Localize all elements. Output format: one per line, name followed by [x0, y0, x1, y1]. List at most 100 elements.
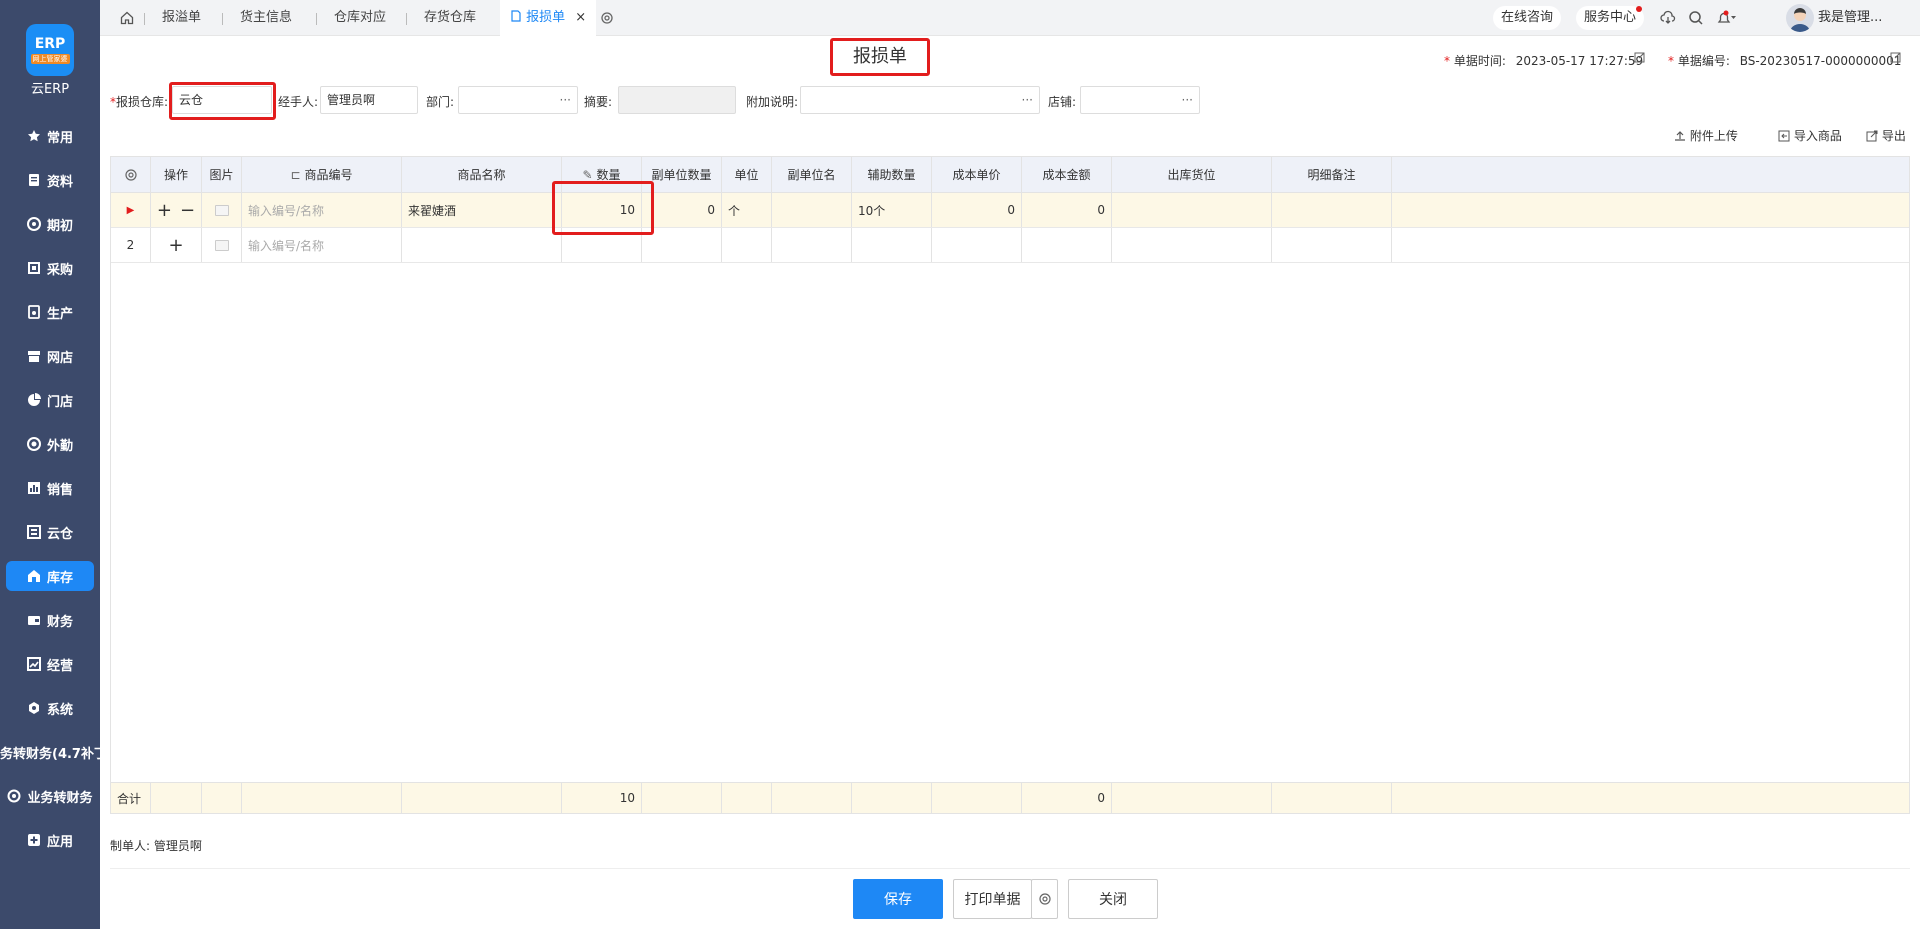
maker-info: 制单人: 管理员啊 [110, 839, 202, 853]
print-settings-icon[interactable] [1031, 879, 1058, 919]
online-consult-button[interactable]: 在线咨询 [1493, 0, 1562, 36]
cart-icon [27, 261, 41, 275]
summary-input[interactable] [618, 86, 736, 114]
remove-row-icon[interactable]: − [180, 200, 195, 221]
handler-label: 经手人: [278, 95, 319, 109]
summary-label: 摘要: [584, 95, 613, 109]
header-location: 出库货位 [1112, 157, 1272, 192]
sidebar-item-biz-to-finance[interactable]: 业务转财务 [0, 774, 100, 818]
sidebar-item-data[interactable]: 资料 [0, 158, 100, 202]
image-placeholder-icon[interactable] [202, 228, 242, 262]
print-button[interactable]: 打印单据 [953, 879, 1032, 919]
export-icon [1866, 130, 1878, 142]
header-sub-qty: 副单位数量 [642, 157, 722, 192]
factory-icon [27, 305, 41, 319]
code-input[interactable]: 输入编号/名称 [242, 228, 402, 262]
handler-input[interactable]: 管理员啊 [320, 86, 418, 114]
header-qty: ✎ 数量 [562, 157, 642, 192]
shop-input[interactable]: ··· [1080, 86, 1200, 114]
unit-cell[interactable]: 个 [722, 193, 772, 227]
column-settings-icon[interactable] [111, 157, 151, 192]
more-icon[interactable]: ··· [1182, 87, 1193, 113]
note-input[interactable]: ··· [800, 86, 1040, 114]
edit-date-icon[interactable] [1634, 51, 1646, 66]
tab-overflow-order[interactable]: 报溢单 [162, 0, 201, 36]
remark-cell[interactable] [1272, 193, 1392, 227]
search-icon[interactable] [1688, 0, 1704, 36]
tab-settings-icon[interactable] [600, 0, 614, 36]
app-name: 云ERP [30, 82, 70, 97]
sidebar-item-field[interactable]: 外勤 [0, 422, 100, 466]
warehouse-input[interactable]: 云仓 [172, 86, 272, 114]
sidebar-item-webshop[interactable]: 网店 [0, 334, 100, 378]
tab-damage-order[interactable]: 报损单 × [500, 0, 597, 36]
date-meta: * 单据时间: 2023-05-17 17:27:59 [1444, 54, 1644, 68]
goods-name[interactable]: 来翟婕酒 [402, 193, 562, 227]
sidebar-item-production[interactable]: 生产 [0, 290, 100, 334]
sidebar-item-biz-to-finance-patch[interactable]: 务转财务(4.7补丁 [0, 730, 100, 774]
page-title: 报损单 [830, 38, 930, 76]
service-center-button[interactable]: 服务中心 [1576, 0, 1645, 36]
sidebar-item-apps[interactable]: 应用 [0, 818, 100, 862]
sidebar-item-inventory[interactable]: 库存 [0, 554, 100, 598]
tab-stock-warehouse[interactable]: 存货仓库 [424, 0, 476, 36]
cost-amount-cell[interactable]: 0 [1022, 193, 1112, 227]
sidebar-item-finance[interactable]: 财务 [0, 598, 100, 642]
sidebar-item-sales[interactable]: 销售 [0, 466, 100, 510]
sidebar-item-system[interactable]: 系统 [0, 686, 100, 730]
attachment-upload-button[interactable]: 附件上传 [1674, 127, 1738, 144]
sidebar-item-opening[interactable]: 期初 [0, 202, 100, 246]
code-input[interactable]: 输入编号/名称 [242, 193, 402, 227]
total-row: 合计 10 0 [111, 782, 1909, 813]
trend-icon [26, 657, 41, 671]
header-unit: 单位 [722, 157, 772, 192]
table-row[interactable]: 2 + 输入编号/名称 [111, 228, 1909, 263]
location-cell[interactable] [1112, 193, 1272, 227]
sidebar-item-purchase[interactable]: 采购 [0, 246, 100, 290]
header-remark: 明细备注 [1272, 157, 1392, 192]
edit-icon: ✎ [582, 167, 593, 182]
table-row[interactable]: ▶ + − 输入编号/名称 来翟婕酒 10 0 个 10个 0 0 [111, 193, 1909, 228]
close-icon[interactable]: × [575, 10, 586, 25]
dept-input[interactable]: ··· [458, 86, 578, 114]
import-goods-button[interactable]: 导入商品 [1778, 127, 1842, 144]
bell-icon[interactable] [1716, 0, 1736, 36]
export-button[interactable]: 导出 [1866, 127, 1906, 144]
number-meta: * 单据编号: BS-20230517-0000000001 [1668, 54, 1902, 68]
sidebar-item-cloud-warehouse[interactable]: 云仓 [0, 510, 100, 554]
more-icon[interactable]: ··· [560, 87, 571, 113]
document-icon [511, 10, 521, 22]
total-label: 合计 [111, 783, 151, 813]
add-row-icon[interactable]: + [168, 235, 183, 256]
location-icon [26, 437, 41, 451]
sub-qty-cell[interactable]: 0 [642, 193, 722, 227]
image-placeholder-icon[interactable] [202, 193, 242, 227]
row-index: 2 [111, 228, 151, 262]
cost-price-cell[interactable]: 0 [932, 193, 1022, 227]
header-sub-unit: 副单位名 [772, 157, 852, 192]
edit-number-icon[interactable] [1890, 51, 1902, 66]
qty-cell[interactable]: 10 [562, 193, 642, 227]
tab-owner-info[interactable]: 货主信息 [240, 0, 292, 36]
add-row-icon[interactable]: + [157, 200, 172, 221]
sidebar-item-common[interactable]: 常用 [0, 114, 100, 158]
warehouse-icon [26, 525, 41, 539]
bar-chart-icon [27, 481, 41, 495]
tab-warehouse-mapping[interactable]: 仓库对应 [334, 0, 386, 36]
current-row-arrow-icon: ▶ [111, 193, 151, 227]
sub-unit-cell[interactable] [772, 193, 852, 227]
sidebar: ERP 网上管家婆 云ERP 常用 资料 期初 采购 生产 网店 门店 外勤 销… [0, 0, 100, 929]
sidebar-nav: 常用 资料 期初 采购 生产 网店 门店 外勤 销售 云仓 库存 财务 经营 系… [0, 114, 100, 862]
header-cost-amount: 成本金额 [1022, 157, 1112, 192]
sidebar-item-operations[interactable]: 经营 [0, 642, 100, 686]
avatar[interactable] [1786, 4, 1814, 32]
sidebar-item-outlet[interactable]: 门店 [0, 378, 100, 422]
header-name: 商品名称 [402, 157, 562, 192]
close-button[interactable]: 关闭 [1068, 879, 1158, 919]
aux-qty-cell[interactable]: 10个 [852, 193, 932, 227]
save-button[interactable]: 保存 [853, 879, 943, 919]
more-icon[interactable]: ··· [1022, 87, 1033, 113]
user-name[interactable]: 我是管理... [1818, 0, 1882, 36]
home-icon[interactable] [120, 0, 134, 36]
cloud-download-icon[interactable] [1660, 0, 1676, 36]
